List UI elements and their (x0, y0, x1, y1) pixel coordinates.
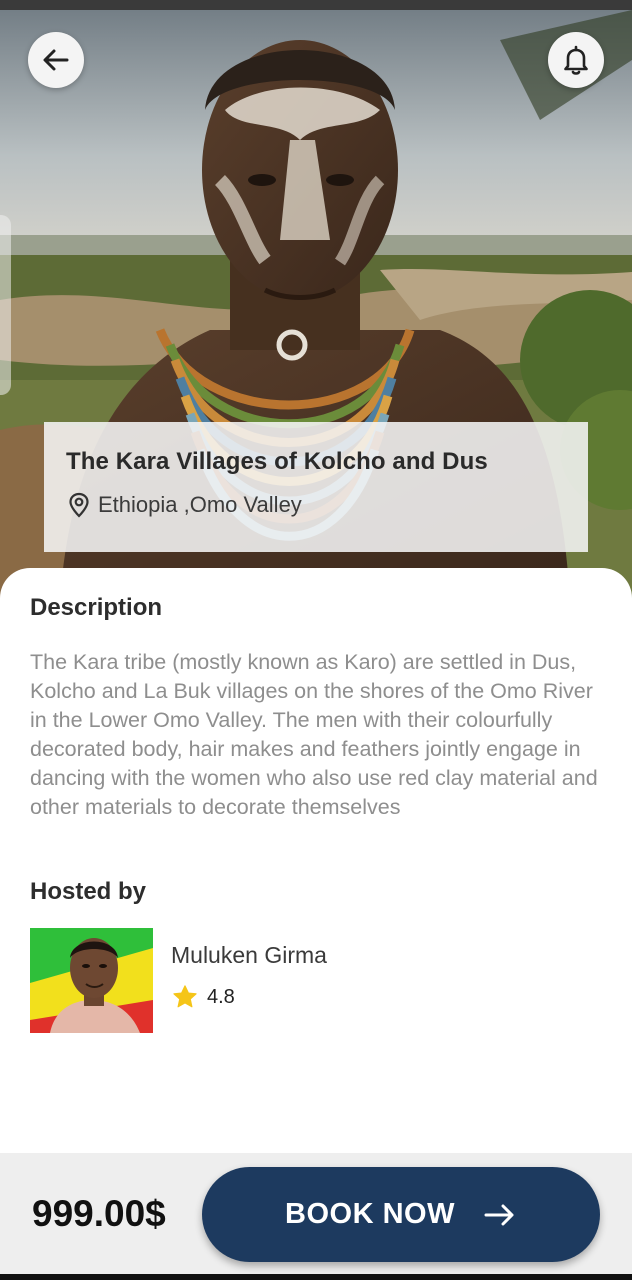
description-text: The Kara tribe (mostly known as Karo) ar… (30, 650, 598, 819)
location-text: Ethiopia ,Omo Valley (98, 492, 302, 517)
tour-title-card: The Kara Villages of Kolcho and Dus Ethi… (44, 422, 588, 552)
notification-button[interactable] (548, 32, 604, 88)
hosted-by-heading: Hosted by (30, 878, 147, 905)
system-nav-bar (0, 1274, 632, 1280)
tour-location: Ethiopia ,Omo Valley (66, 492, 566, 518)
booking-bar: 999.00$ BOOK NOW (0, 1153, 632, 1280)
star-icon (171, 983, 199, 1011)
price: 999.00$ (32, 1193, 166, 1234)
back-button[interactable] (28, 32, 84, 88)
host-rating: 4.8 (171, 983, 235, 1011)
tour-title: The Kara Villages of Kolcho and Dus (66, 448, 488, 475)
arrow-left-icon (40, 44, 72, 76)
status-bar (0, 0, 632, 10)
side-handle[interactable] (0, 215, 11, 395)
host-avatar[interactable] (30, 928, 153, 1033)
host-name: Muluken Girma (171, 942, 327, 968)
book-now-button[interactable]: BOOK NOW (202, 1167, 600, 1262)
details-sheet: Description The Kara tribe (mostly known… (0, 568, 632, 1158)
arrow-right-icon (483, 1200, 517, 1230)
bell-icon (559, 43, 593, 77)
rating-value: 4.8 (207, 985, 235, 1008)
book-now-label: BOOK NOW (285, 1198, 455, 1230)
description-heading: Description (30, 594, 163, 621)
map-pin-icon (66, 492, 92, 518)
